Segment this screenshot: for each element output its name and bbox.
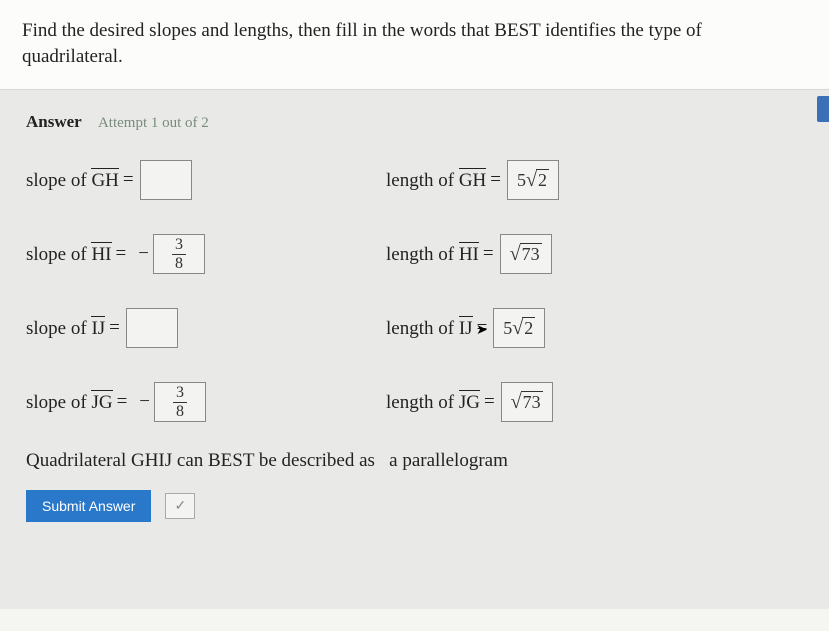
conclusion-prefix: Quadrilateral GHIJ can BEST be described…: [26, 450, 375, 471]
slope-row-ij: slope of IJ =: [26, 306, 326, 350]
minus-sign: −: [139, 391, 150, 413]
slope-row-gh: slope of GH =: [26, 158, 326, 202]
slope-label: slope of JG: [26, 390, 113, 414]
equals: =: [483, 243, 494, 265]
button-row: Submit Answer ✓: [0, 478, 829, 534]
slopes-column: slope of GH = slope of HI = − 3 8: [26, 158, 326, 424]
submit-button[interactable]: Submit Answer: [26, 490, 151, 522]
length-ij-input[interactable]: 5 √ 2: [493, 308, 545, 348]
slope-label: slope of GH: [26, 168, 119, 192]
segment-jg: JG: [91, 390, 112, 414]
length-label: length of JG: [386, 390, 480, 414]
segment-gh: GH: [91, 168, 118, 192]
question-prompt: Find the desired slopes and lengths, the…: [0, 0, 829, 89]
sqrt: √ 73: [511, 391, 543, 414]
fraction: 3 8: [173, 385, 187, 420]
answer-label: Answer: [26, 112, 82, 131]
answer-header: Answer Attempt 1 out of 2: [0, 90, 829, 140]
length-row-jg: length of JG = √ 73: [386, 380, 686, 424]
slope-label: slope of IJ: [26, 316, 105, 340]
slope-ij-input[interactable]: [126, 308, 178, 348]
attempt-text: Attempt 1 out of 2: [98, 115, 209, 131]
slope-gh-input[interactable]: [140, 160, 192, 200]
fraction: 3 8: [172, 237, 186, 272]
sqrt: √ 2: [526, 169, 549, 192]
minus-sign: −: [138, 243, 149, 265]
sqrt: √ 2: [512, 317, 535, 340]
slope-jg-input[interactable]: 3 8: [154, 382, 206, 422]
answer-panel: Answer Attempt 1 out of 2 slope of GH = …: [0, 89, 829, 609]
length-row-hi: length of HI = √ 73: [386, 232, 686, 276]
equals: =: [477, 317, 488, 339]
length-gh-input[interactable]: 5 √ 2: [507, 160, 559, 200]
equals: =: [490, 169, 501, 191]
slope-hi-input[interactable]: 3 8: [153, 234, 205, 274]
length-label: length of HI: [386, 242, 479, 266]
conclusion-row: Quadrilateral GHIJ can BEST be described…: [0, 432, 829, 478]
side-tab[interactable]: [817, 96, 829, 122]
equals: =: [117, 391, 128, 413]
slope-row-hi: slope of HI = − 3 8: [26, 232, 326, 276]
length-row-ij: length of IJ = 5 √ 2: [386, 306, 686, 350]
segment-jg: JG: [459, 390, 480, 414]
equals: =: [116, 243, 127, 265]
segment-ij: IJ: [459, 316, 473, 340]
length-row-gh: length of GH = 5 √ 2: [386, 158, 686, 202]
sqrt: √ 73: [510, 243, 542, 266]
check-icon[interactable]: ✓: [165, 493, 195, 519]
question-text: Find the desired slopes and lengths, the…: [22, 20, 702, 67]
equals: =: [123, 169, 134, 191]
columns: slope of GH = slope of HI = − 3 8: [0, 140, 829, 432]
slope-label: slope of HI: [26, 242, 112, 266]
equals: =: [109, 317, 120, 339]
length-hi-input[interactable]: √ 73: [500, 234, 552, 274]
length-label: length of IJ: [386, 316, 473, 340]
segment-hi: HI: [91, 242, 111, 266]
segment-hi: HI: [459, 242, 479, 266]
length-label: length of GH: [386, 168, 486, 192]
conclusion-answer[interactable]: a parallelogram: [389, 450, 508, 471]
segment-ij: IJ: [91, 316, 105, 340]
length-jg-input[interactable]: √ 73: [501, 382, 553, 422]
equals: =: [484, 391, 495, 413]
slope-row-jg: slope of JG = − 3 8: [26, 380, 326, 424]
segment-gh: GH: [459, 168, 486, 192]
lengths-column: length of GH = 5 √ 2 length of HI =: [386, 158, 686, 424]
